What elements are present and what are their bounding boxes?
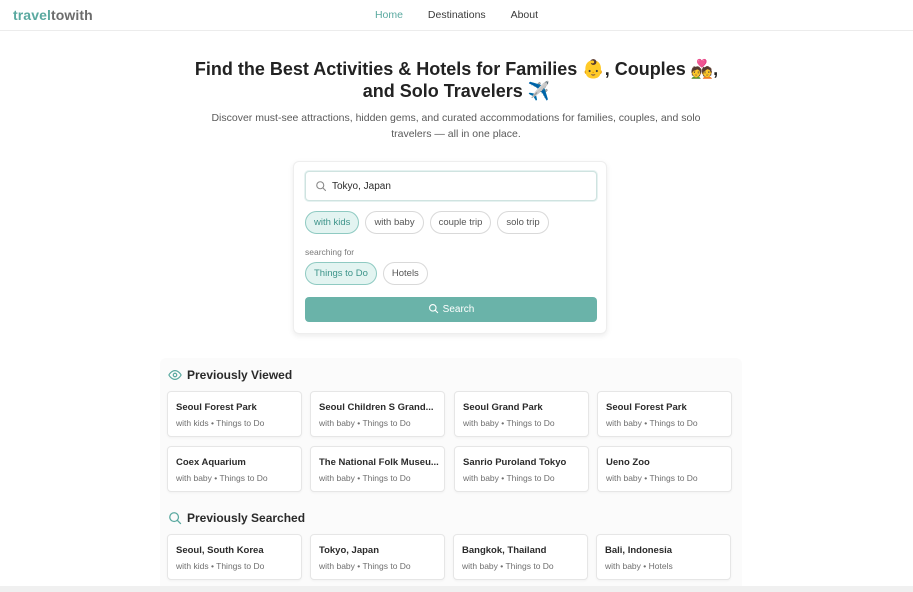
companion-chip-group: with kids with baby couple trip solo trip (305, 211, 555, 235)
chip-solo-trip[interactable]: solo trip (497, 211, 549, 234)
searched-tile[interactable]: Seoul, South Korea with kids • Things to… (167, 534, 302, 580)
tile-name: Bali, Indonesia (605, 545, 673, 556)
search-icon (316, 181, 327, 192)
top-navbar: traveltowith Home Destinations About (0, 0, 913, 31)
search-button[interactable]: Search (305, 297, 597, 322)
viewed-tile[interactable]: Ueno Zoo with baby • Things to Do (597, 446, 732, 492)
tile-meta: with kids • Things to Do (176, 418, 265, 428)
viewed-tile[interactable]: The National Folk Museu... with baby • T… (310, 446, 445, 492)
searched-tile[interactable]: Bali, Indonesia with baby • Hotels (596, 534, 731, 580)
page-bottom-edge (0, 586, 913, 592)
tile-name: Coex Aquarium (176, 457, 246, 468)
searching-for-label: searching for (305, 247, 355, 257)
tile-meta: with kids • Things to Do (176, 561, 265, 571)
tile-meta: with baby • Things to Do (606, 473, 698, 483)
tile-name: Seoul Forest Park (606, 402, 687, 413)
tile-name: The National Folk Museu... (319, 457, 439, 468)
tile-meta: with baby • Hotels (605, 561, 673, 571)
viewed-tile[interactable]: Seoul Grand Park with baby • Things to D… (454, 391, 589, 437)
searched-tile[interactable]: Bangkok, Thailand with baby • Things to … (453, 534, 588, 580)
tile-meta: with baby • Things to Do (176, 473, 268, 483)
destination-search-box[interactable] (305, 171, 597, 201)
viewed-tile[interactable]: Seoul Forest Park with baby • Things to … (597, 391, 732, 437)
chip-couple-trip[interactable]: couple trip (429, 211, 492, 234)
tile-meta: with baby • Things to Do (319, 473, 411, 483)
tile-meta: with baby • Things to Do (463, 418, 555, 428)
previously-searched-title: Previously Searched (187, 511, 306, 525)
search-card: with kidswith babycouple tripsolo trip s… (293, 161, 607, 334)
tile-meta: with baby • Things to Do (319, 418, 411, 428)
viewed-tile[interactable]: Seoul Children S Grand... with baby • Th… (310, 391, 445, 437)
tile-name: Seoul Grand Park (463, 402, 543, 413)
destination-search-input[interactable] (332, 177, 587, 195)
hero-subtitle: Discover must-see attractions, hidden ge… (211, 112, 701, 140)
tile-name: Seoul Forest Park (176, 402, 257, 413)
search-icon (169, 512, 182, 525)
tile-meta: with baby • Things to Do (462, 561, 554, 571)
tile-name: Sanrio Puroland Tokyo (463, 457, 567, 468)
tile-name: Seoul, South Korea (176, 545, 264, 556)
previously-viewed-title: Previously Viewed (187, 368, 293, 382)
chip-hotels[interactable]: Hotels (382, 262, 428, 285)
tile-meta: with baby • Things to Do (463, 473, 555, 483)
chip-with-kids[interactable]: with kids (305, 211, 360, 234)
tile-name: Ueno Zoo (606, 457, 650, 468)
search-type-chip-group: Things to Do Hotels (305, 262, 434, 286)
nav-about[interactable]: About (511, 9, 538, 21)
viewed-tile[interactable]: Seoul Forest Park with kids • Things to … (167, 391, 302, 437)
viewed-tile[interactable]: Sanrio Puroland Tokyo with baby • Things… (454, 446, 589, 492)
viewed-tile[interactable]: Coex Aquarium with baby • Things to Do (167, 446, 302, 492)
tile-name: Tokyo, Japan (319, 545, 380, 556)
tile-name: Seoul Children S Grand... (319, 402, 434, 413)
search-button-label: Search (442, 304, 475, 315)
search-icon (428, 304, 438, 314)
hero-title: Find the Best Activities & Hotels for Fa… (194, 59, 719, 101)
main-nav: Home Destinations About (0, 9, 913, 21)
tile-meta: with baby • Things to Do (606, 418, 698, 428)
tile-name: Bangkok, Thailand (462, 545, 547, 556)
chip-things-to-do[interactable]: Things to Do (305, 262, 377, 285)
eye-icon (168, 370, 182, 380)
nav-destinations[interactable]: Destinations (428, 9, 486, 21)
searched-tile[interactable]: Tokyo, Japan with baby • Things to Do (310, 534, 445, 580)
chip-with-baby[interactable]: with baby (365, 211, 424, 234)
tile-meta: with baby • Things to Do (319, 561, 411, 571)
nav-home[interactable]: Home (375, 9, 403, 21)
